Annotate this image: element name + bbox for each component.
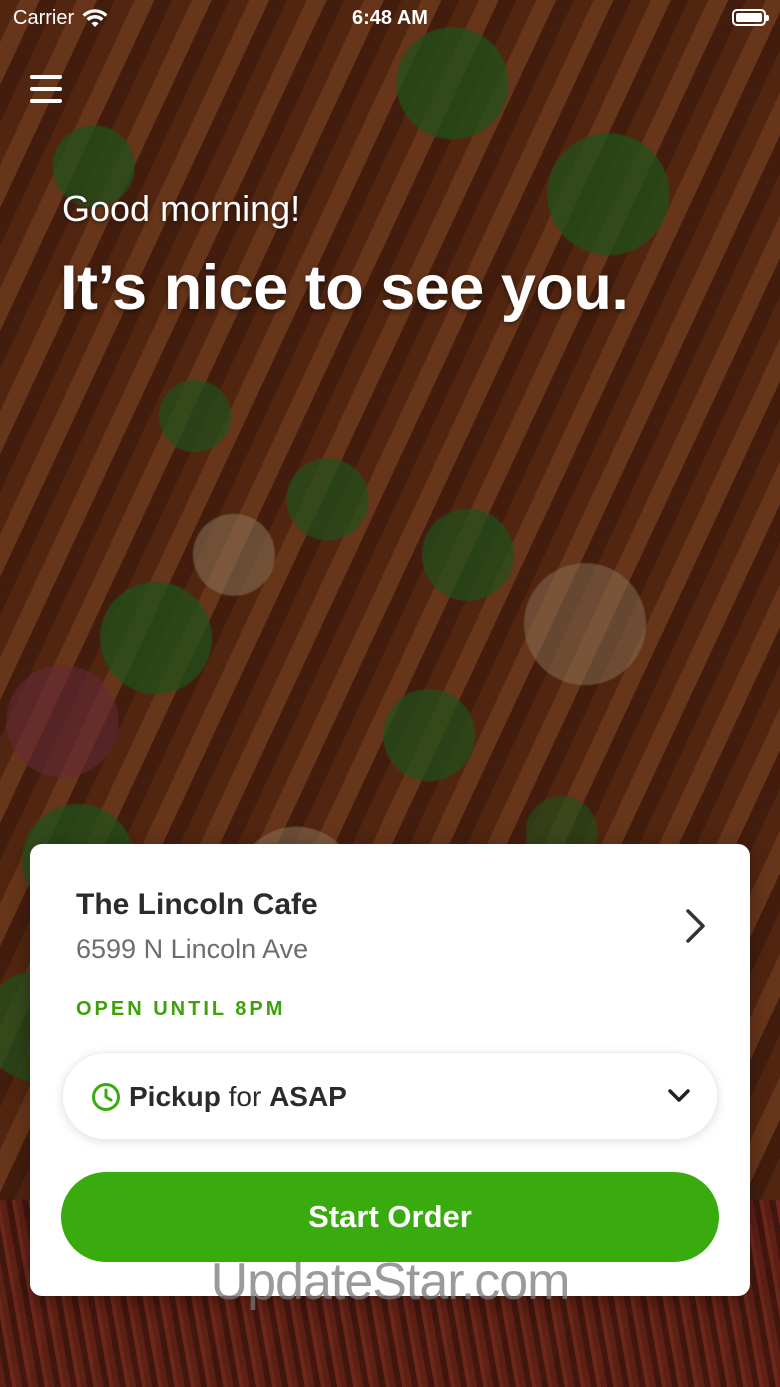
store-open-status: OPEN UNTIL 8PM (76, 998, 286, 1020)
clock-icon (92, 1083, 120, 1111)
order-mode-type: Pickup (129, 1081, 221, 1112)
chevron-right-icon (686, 909, 705, 943)
store-card: The Lincoln Cafe 6599 N Lincoln Ave OPEN… (30, 844, 750, 1296)
order-mode-time: ASAP (269, 1081, 347, 1112)
battery-level (736, 13, 762, 22)
menu-line (30, 99, 62, 103)
chevron-down-icon (668, 1089, 690, 1102)
menu-line (30, 87, 62, 91)
clock-time: 6:48 AM (352, 7, 428, 29)
menu-line (30, 75, 62, 79)
welcome-headline: It’s nice to see you. (60, 253, 629, 323)
store-address: 6599 N Lincoln Ave (76, 934, 309, 964)
greeting-text: Good morning! (62, 188, 301, 229)
order-mode-select[interactable]: Pickup for ASAP (62, 1052, 718, 1140)
order-mode-label: Pickup for ASAP (129, 1081, 347, 1113)
order-mode-connector: for (228, 1081, 262, 1112)
status-bar: Carrier 6:48 AM (0, 0, 780, 40)
start-order-button[interactable]: Start Order (61, 1172, 719, 1262)
store-selector[interactable]: The Lincoln Cafe 6599 N Lincoln Ave (30, 884, 750, 974)
menu-icon[interactable] (28, 73, 64, 105)
battery-icon (732, 9, 769, 26)
store-name: The Lincoln Cafe (76, 888, 318, 921)
